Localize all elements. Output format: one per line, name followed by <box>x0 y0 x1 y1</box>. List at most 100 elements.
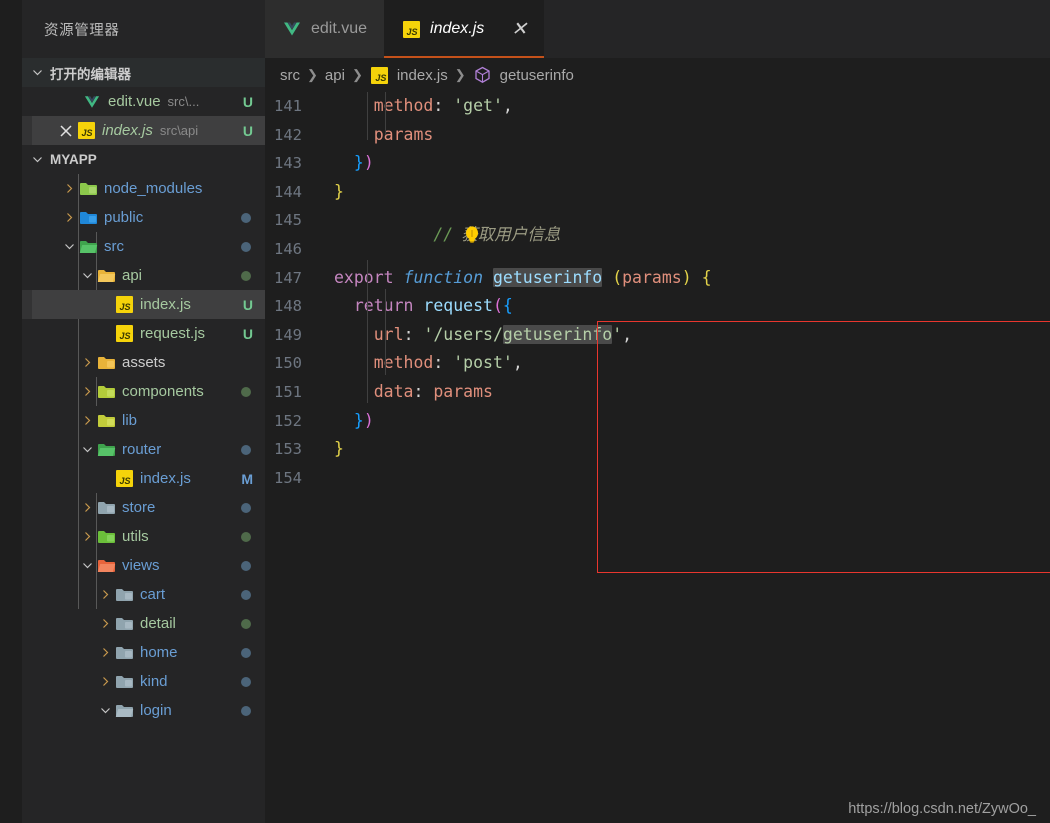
tree-folder-node-modules[interactable]: node_modules <box>22 174 265 203</box>
project-root-label: MYAPP <box>50 152 97 167</box>
chevron-down-icon[interactable] <box>78 270 96 281</box>
tree-item-status-dot <box>241 705 251 716</box>
tree-item-label: api <box>122 267 143 284</box>
chevron-right-icon[interactable] <box>78 531 96 542</box>
tree-folder-components[interactable]: components <box>22 377 265 406</box>
line-number: 141 <box>274 97 302 115</box>
chevron-right-icon[interactable] <box>60 212 78 223</box>
tree-folder-assets[interactable]: assets <box>22 348 265 377</box>
tab-edit-vue[interactable]: edit.vue <box>265 0 385 58</box>
line-number: 148 <box>274 297 302 316</box>
line-number: 143 <box>274 154 302 173</box>
tree-item-label: public <box>104 209 144 226</box>
tree-folder-views[interactable]: views <box>22 551 265 580</box>
folder-node-icon <box>78 180 98 198</box>
chevron-right-icon[interactable] <box>78 502 96 513</box>
code-line: 147 export function getuserinfo (params) … <box>265 264 1050 293</box>
tree-folder-detail[interactable]: detail <box>22 609 265 638</box>
chevron-right-icon[interactable] <box>60 183 78 194</box>
tree-folder-kind[interactable]: kind <box>22 667 265 696</box>
chevron-right-icon: ❯ <box>454 67 466 82</box>
indent-guide <box>385 92 386 135</box>
js-icon: JS <box>76 122 96 140</box>
tree-file-request-js[interactable]: JS request.js U <box>22 319 265 348</box>
open-editor-desc: src\api <box>159 123 199 138</box>
section-open-editors[interactable]: 打开的编辑器 <box>22 58 265 87</box>
tree-folder-api[interactable]: api <box>22 261 265 290</box>
breadcrumb-item-api[interactable]: api <box>325 67 345 84</box>
tab-label: index.js <box>430 20 485 37</box>
tree-folder-router[interactable]: router <box>22 435 265 464</box>
folder-icon <box>114 702 134 720</box>
folder-assets-icon <box>96 354 116 372</box>
tab-close-icon[interactable]: ✕ <box>511 20 527 39</box>
chevron-down-icon[interactable] <box>78 560 96 571</box>
section-open-editors-label: 打开的编辑器 <box>50 66 131 82</box>
chevron-right-icon[interactable] <box>96 647 114 658</box>
open-editor-edit-vue[interactable]: edit.vue src\... U <box>22 87 265 116</box>
code-line: 149 url: '/users/getuserinfo', <box>265 321 1050 350</box>
chevron-right-icon[interactable] <box>96 589 114 600</box>
indent-guide <box>385 289 386 375</box>
chevron-right-icon[interactable] <box>96 618 114 629</box>
folder-lib-icon <box>96 412 116 430</box>
chevron-right-icon[interactable] <box>96 676 114 687</box>
tree-folder-login[interactable]: login <box>22 696 265 725</box>
code-line: 152 }) <box>265 407 1050 436</box>
chevron-right-icon[interactable] <box>78 357 96 368</box>
tree-item-badge: U <box>242 325 253 342</box>
tree-item-label: request.js <box>140 325 206 342</box>
code-line: 142 params <box>265 121 1050 150</box>
code-line: 150 method: 'post', <box>265 349 1050 378</box>
tree-folder-cart[interactable]: cart <box>22 580 265 609</box>
chevron-right-icon[interactable] <box>78 386 96 397</box>
tree-folder-public[interactable]: public <box>22 203 265 232</box>
symbol-occurrence[interactable]: getuserinfo <box>492 267 603 287</box>
tree-item-status-dot <box>241 444 251 455</box>
chevron-right-icon[interactable] <box>78 415 96 426</box>
tree-file-index-js[interactable]: JS index.js M <box>22 464 265 493</box>
open-editor-index-js[interactable]: JS index.js src\api U <box>22 116 265 145</box>
folder-utils-icon <box>96 528 116 546</box>
symbol-occurrence[interactable]: getuserinfo <box>502 324 613 344</box>
tab-label: edit.vue <box>311 20 368 37</box>
explorer-sidebar: 资源管理器 打开的编辑器 edit.vue src\... U JS index… <box>22 0 265 823</box>
close-icon[interactable] <box>56 122 76 140</box>
line-number: 149 <box>274 325 302 344</box>
open-editor-badge: U <box>242 93 253 110</box>
code-line: 151 data: params <box>265 378 1050 407</box>
indent-guide <box>367 92 368 140</box>
tab-index-js[interactable]: JS index.js ✕ <box>384 0 545 58</box>
file-tree: node_modulespublic src api JS index.js U JS req… <box>22 174 265 725</box>
tree-folder-utils[interactable]: utils <box>22 522 265 551</box>
code-line: 153} <box>265 435 1050 464</box>
chevron-down-icon[interactable] <box>60 241 78 252</box>
js-icon: JS <box>114 325 134 343</box>
code-editor[interactable]: 141 method: 'get', 142 params 143 }) 144… <box>265 92 1050 823</box>
tree-folder-store[interactable]: store <box>22 493 265 522</box>
tree-item-label: index.js <box>140 296 191 313</box>
tree-item-status-dot <box>241 241 251 252</box>
breadcrumb-item-index-js[interactable]: index.js <box>397 67 448 84</box>
tree-folder-home[interactable]: home <box>22 638 265 667</box>
tree-item-label: lib <box>122 412 138 429</box>
chevron-right-icon: ❯ <box>307 67 318 82</box>
chevron-down-icon[interactable] <box>96 705 114 716</box>
tree-item-label: home <box>140 644 178 661</box>
chevron-down-icon[interactable] <box>78 444 96 455</box>
tree-item-status-dot <box>241 386 251 397</box>
editor-group: edit.vue JS index.js ✕ src ❯ api ❯ JS in… <box>265 0 1050 823</box>
tree-file-index-js[interactable]: JS index.js U <box>22 290 265 319</box>
breadcrumb-item-src[interactable]: src <box>280 67 300 84</box>
folder-icon <box>114 615 134 633</box>
section-project-root[interactable]: MYAPP <box>22 145 265 174</box>
tree-item-badge: M <box>241 470 253 487</box>
breadcrumb-item-getuserinfo[interactable]: getuserinfo <box>500 67 574 84</box>
tree-item-label: kind <box>140 673 168 690</box>
tab-bar-filler <box>544 0 1050 58</box>
line-number: 150 <box>274 354 302 373</box>
tree-folder-lib[interactable]: lib <box>22 406 265 435</box>
tree-item-status-dot <box>241 212 251 223</box>
js-icon: JS <box>114 296 134 314</box>
tree-folder-src[interactable]: src <box>22 232 265 261</box>
